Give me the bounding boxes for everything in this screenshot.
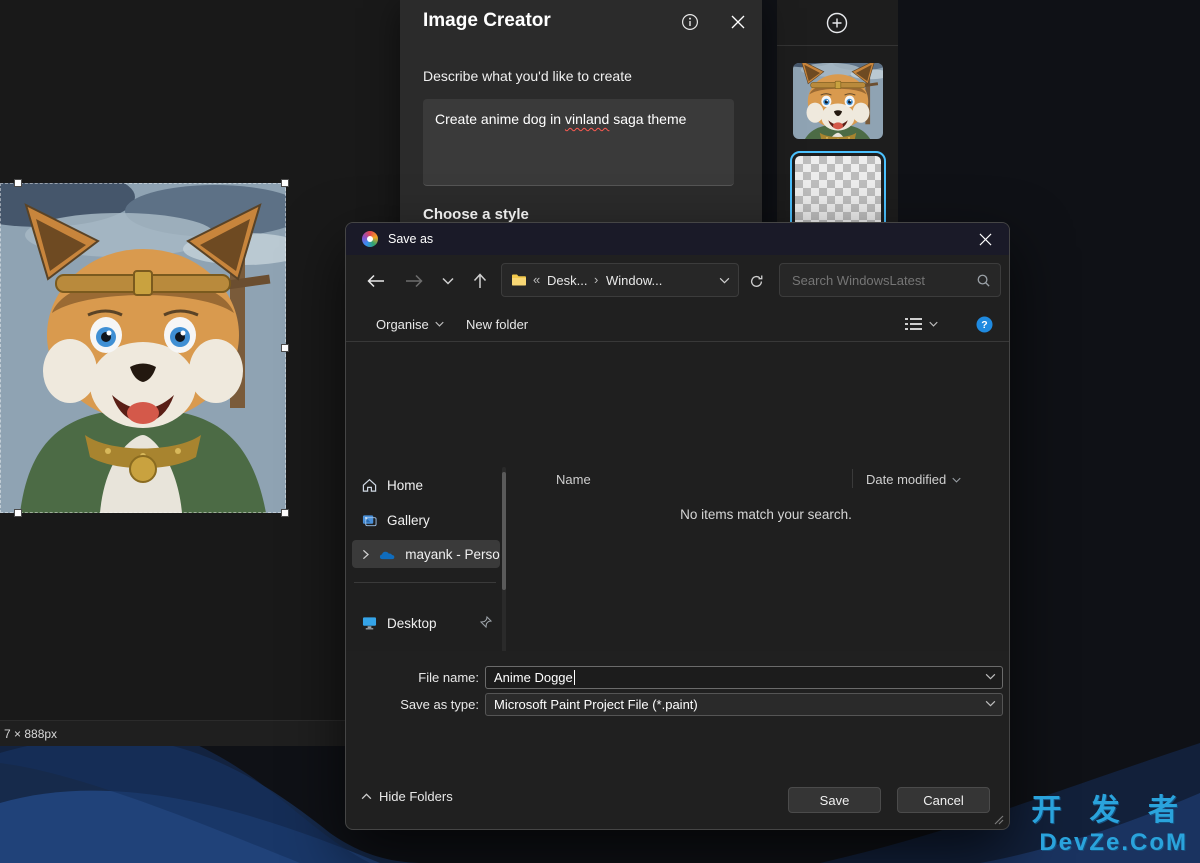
save-as-type-select[interactable]: Microsoft Paint Project File (*.paint) [485,693,1003,716]
forward-button[interactable] [400,268,428,294]
svg-text:?: ? [981,319,987,331]
column-label: Date modified [866,472,946,487]
sidebar-item-downloads[interactable]: Downloads [352,644,500,651]
chevron-right-icon [362,549,369,560]
chevron-down-icon[interactable] [985,673,996,680]
help-button[interactable]: ? [976,311,993,337]
refresh-button[interactable] [742,268,770,294]
view-list-icon [904,316,923,332]
file-name-value: Anime Dogge [494,670,573,685]
breadcrumb-overflow-icon[interactable]: « [533,272,540,287]
paint-app-icon [362,231,378,247]
recent-locations-chevron-icon[interactable] [434,268,462,294]
view-options-button[interactable] [904,311,938,337]
sidebar-item-label: Home [387,478,423,493]
address-bar[interactable]: « Desk... › Window... [501,263,739,297]
text-caret [574,670,575,685]
column-header-date-modified[interactable]: Date modified [866,472,961,487]
sidebar-item-gallery[interactable]: Gallery [352,506,500,534]
result-thumbnail-image[interactable] [793,63,883,139]
chevron-down-icon [952,477,961,483]
sidebar-item-onedrive-personal[interactable]: mayank - Person [352,540,500,568]
file-name-label: File name: [351,670,479,685]
save-label: Save [820,793,850,808]
info-icon[interactable] [678,10,702,34]
canvas-image[interactable] [0,183,286,513]
prompt-text: Create anime dog in [435,111,565,127]
up-button[interactable] [466,268,494,294]
column-header-name[interactable]: Name [556,472,591,487]
column-label: Name [556,472,591,487]
address-dropdown-chevron-icon[interactable] [719,277,730,284]
save-button[interactable]: Save [788,787,881,813]
dialog-content: Home Gallery mayank - Person Desktop Dow… [346,342,1009,651]
folder-icon [511,273,527,287]
image-creator-title: Image Creator [423,10,551,32]
breadcrumb-segment[interactable]: Desk... [547,273,587,288]
selection-handle[interactable] [281,344,289,352]
prompt-textarea[interactable]: Create anime dog in vinland saga theme [423,99,734,186]
search-icon[interactable] [976,273,991,288]
pin-icon [480,616,492,628]
help-icon: ? [976,316,993,333]
hide-folders-button[interactable]: Hide Folders [361,789,453,804]
gallery-icon [362,513,377,528]
selection-handle[interactable] [14,509,22,517]
dialog-title: Save as [388,223,433,255]
hide-folders-label: Hide Folders [379,789,453,804]
chevron-right-icon: › [594,272,598,287]
chevron-up-icon [361,793,372,800]
transparent-checkerboard [795,156,881,227]
resize-grip[interactable] [992,813,1004,825]
save-as-type-value: Microsoft Paint Project File (*.paint) [494,697,698,712]
new-folder-button[interactable]: New folder [466,311,528,337]
organise-menu[interactable]: Organise [376,311,444,337]
breadcrumb-segment[interactable]: Window... [606,273,662,288]
sidebar-scrollbar-thumb[interactable] [502,472,506,590]
result-thumbnail-selected-transparent[interactable] [790,151,886,232]
prompt-misspelled-word: vinland [565,111,609,127]
chevron-down-icon[interactable] [985,700,996,707]
onedrive-icon [379,549,395,560]
desktop: 7 × 888px Image Creator Describe what yo… [0,0,1200,863]
save-as-dialog: Save as « Desk... › Window... [345,222,1010,830]
empty-list-message: No items match your search. [606,507,926,522]
organise-label: Organise [376,317,429,332]
sidebar-item-label: mayank - Person [405,547,500,562]
sidebar-separator [354,582,496,583]
sidebar-item-home[interactable]: Home [352,471,500,499]
home-icon [362,478,377,493]
file-name-input[interactable]: Anime Dogge [485,666,1003,689]
selection-handle[interactable] [281,509,289,517]
sidebar-item-label: Gallery [387,513,430,528]
cancel-button[interactable]: Cancel [897,787,990,813]
prompt-text: saga theme [609,111,686,127]
close-icon[interactable] [726,10,750,34]
close-icon[interactable] [973,227,997,251]
column-divider[interactable] [852,469,853,488]
prompt-label: Describe what you'd like to create [423,68,632,84]
canvas-dimensions-label: 7 × 888px [4,727,57,741]
back-button[interactable] [362,268,390,294]
new-folder-label: New folder [466,317,528,332]
search-input[interactable] [780,264,1000,296]
cancel-label: Cancel [923,793,963,808]
save-as-type-label: Save as type: [351,697,479,712]
desktop-icon [362,616,377,630]
sidebar-item-label: Desktop [387,616,437,631]
results-topbar [777,0,898,46]
dialog-fields: File name: Anime Dogge Save as type: Mic… [346,651,1009,743]
plus-icon[interactable] [825,11,849,35]
chevron-down-icon [929,321,938,327]
chevron-down-icon [435,321,444,327]
selection-handle[interactable] [281,179,289,187]
dialog-titlebar[interactable]: Save as [346,223,1009,255]
selection-handle[interactable] [14,179,22,187]
sidebar-item-desktop[interactable]: Desktop [352,609,500,637]
choose-style-label: Choose a style [423,206,529,223]
search-box[interactable] [779,263,1001,297]
